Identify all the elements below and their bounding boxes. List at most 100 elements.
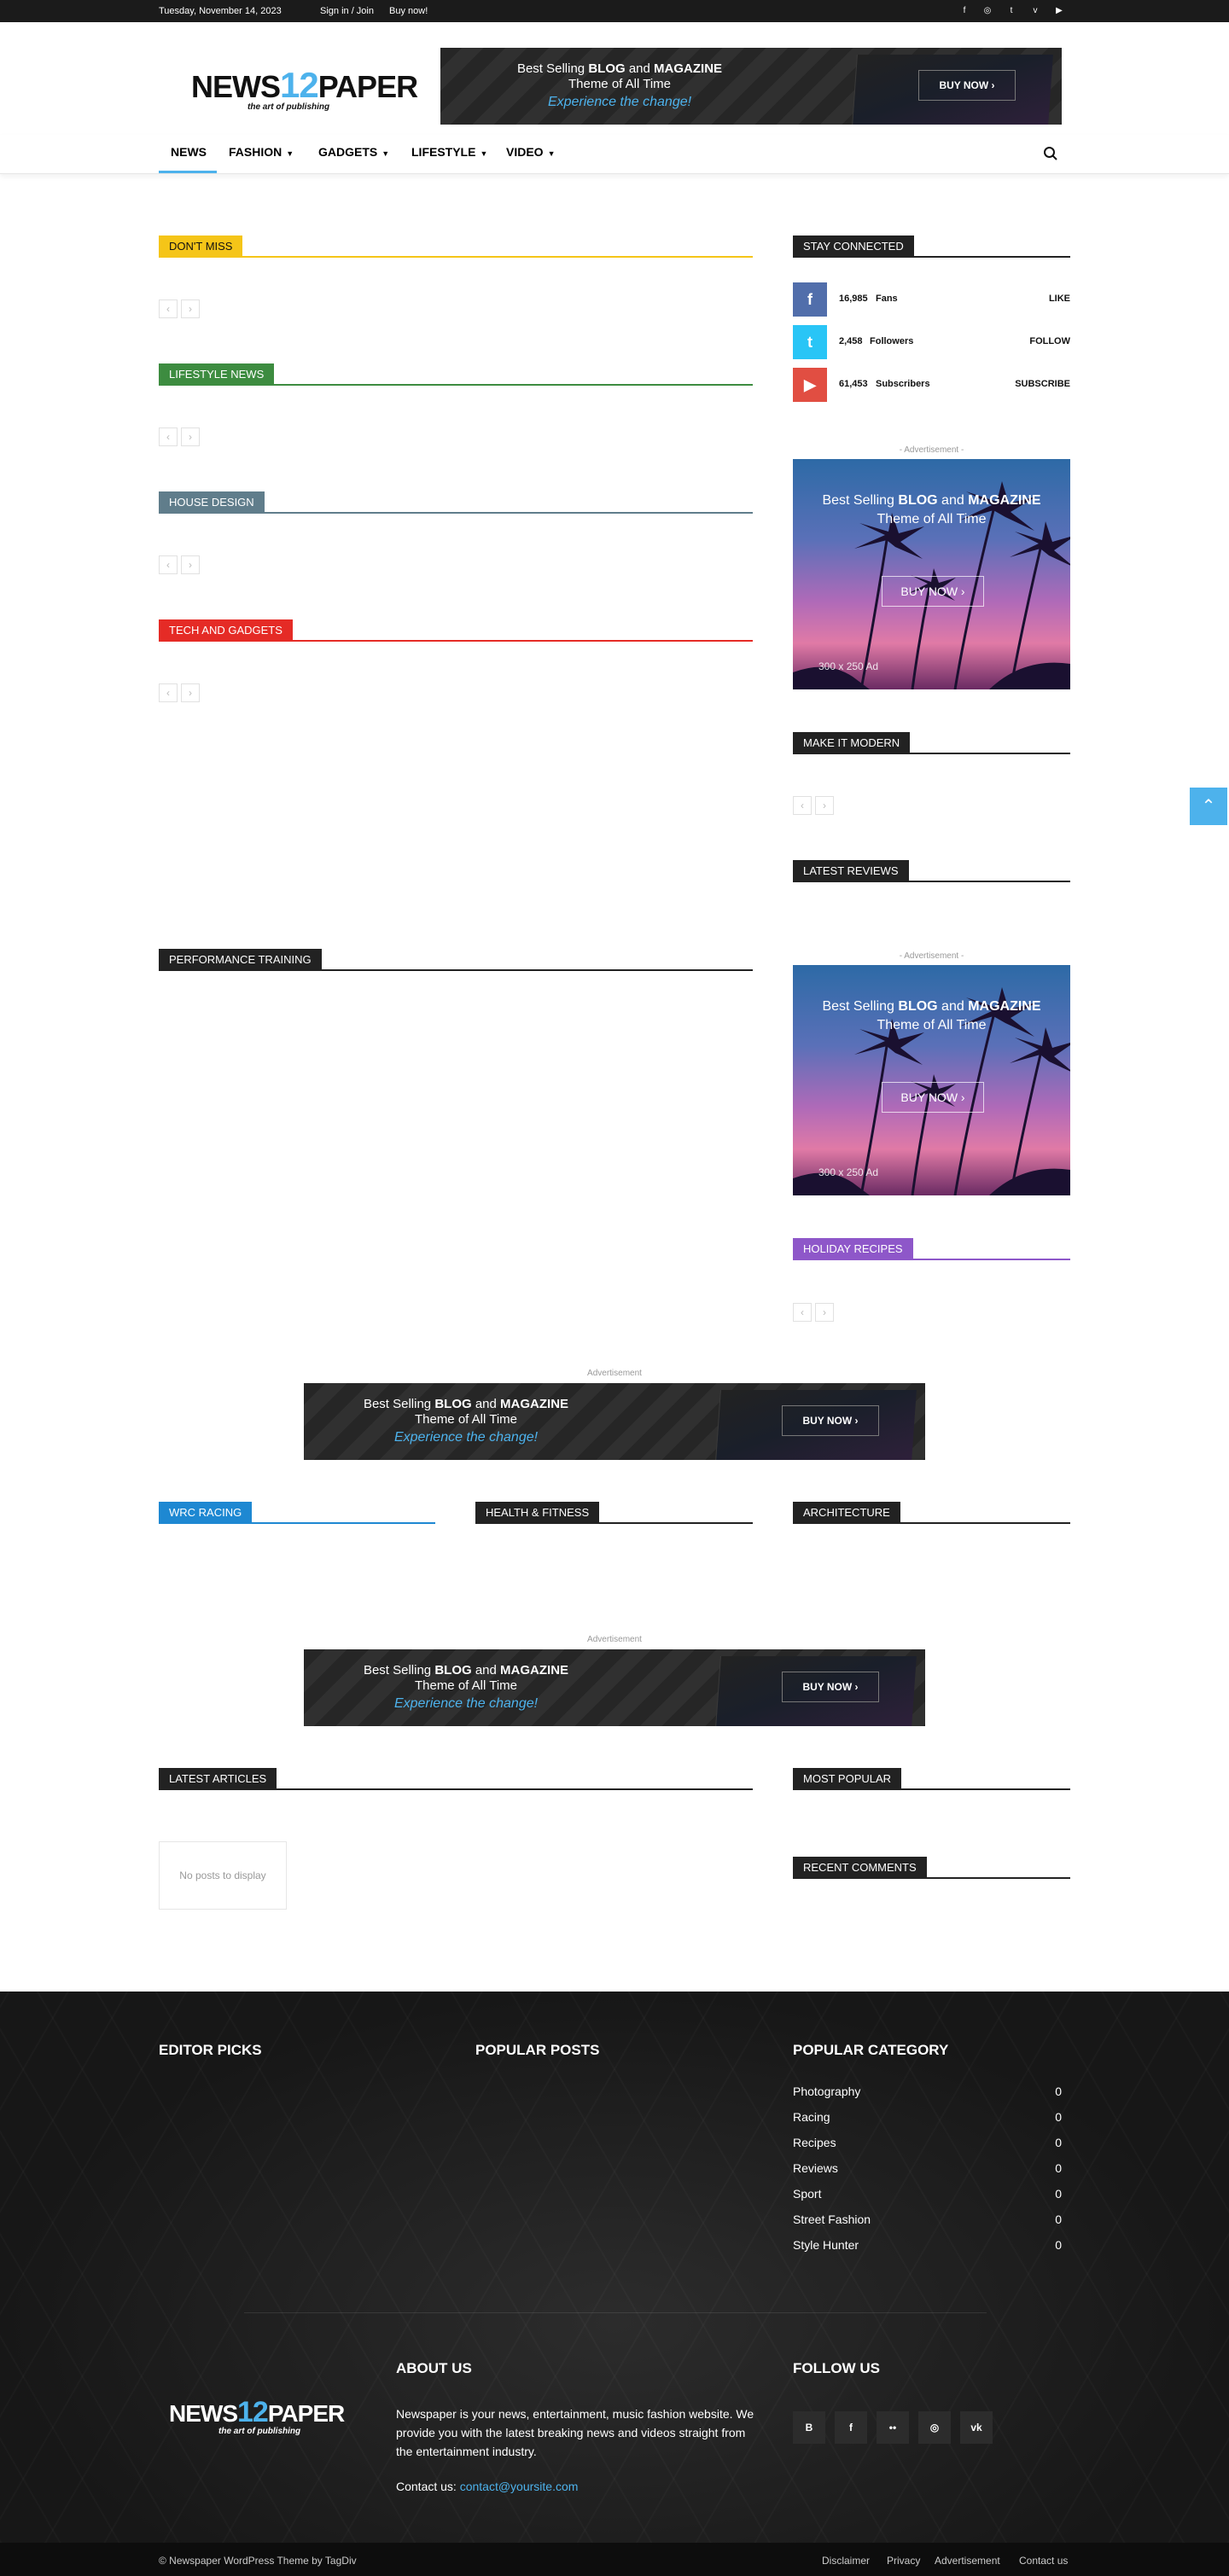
block-wrc-racing: WRC RACING [159,1502,435,1524]
subscribe-button[interactable]: SUBSCRIBE [1015,379,1070,389]
banner-buy-button[interactable]: BUY NOW › [782,1405,879,1436]
prev-page-button[interactable]: ‹ [793,1303,812,1322]
pager: ‹ › [159,299,203,318]
block-title: MAKE IT MODERN [793,732,911,754]
prev-page-button[interactable]: ‹ [159,427,178,446]
block-make-it-modern: MAKE IT MODERN [793,732,1070,754]
block-title: LATEST REVIEWS [793,860,909,882]
block-architecture: ARCHITECTURE [793,1502,1070,1524]
logo-news: NEWS [169,2400,238,2427]
block-title: PERFORMANCE TRAINING [159,949,322,971]
chevron-down-icon: ▼ [547,149,556,158]
block-title: LIFESTYLE NEWS [159,363,275,386]
category-item[interactable]: Street Fashion 0 [793,2213,1062,2231]
content-ad-banner[interactable]: Best Selling BLOG and MAGAZINE Theme of … [304,1649,925,1726]
twitter-counter[interactable]: t 2,458 Followers FOLLOW [793,325,1070,359]
prev-page-button[interactable]: ‹ [159,683,178,702]
footer-about-text: Newspaper is your news, entertainment, m… [396,2407,754,2458]
counter-value: 16,985 [839,294,868,304]
instagram-icon[interactable]: ◎ [981,5,993,17]
square-ad-buy-button[interactable]: BUY NOW › [882,1082,984,1113]
block-title: HOUSE DESIGN [159,491,265,514]
header-ad-banner[interactable]: Best Selling BLOG and MAGAZINE Theme of … [440,48,1062,125]
youtube-icon[interactable]: ▶ [1053,5,1065,17]
footer-popular-posts-title: POPULAR POSTS [475,2042,600,2058]
category-item[interactable]: Style Hunter 0 [793,2238,1062,2257]
next-page-button[interactable]: › [181,299,200,318]
footer-link-disclaimer[interactable]: Disclaimer [822,2555,870,2567]
logo-tagline: the art of publishing [248,102,330,112]
block-title: RECENT COMMENTS [793,1857,927,1879]
next-page-button[interactable]: › [181,555,200,574]
logo-paper: PAPER [267,2400,345,2427]
facebook-counter[interactable]: f 16,985 Fans LIKE [793,282,1070,317]
instagram-icon[interactable]: ◎ [918,2411,951,2444]
blogger-icon[interactable]: B [793,2411,825,2444]
nav-gadgets[interactable]: GADGETS ▼ [318,145,389,159]
prev-page-button[interactable]: ‹ [793,796,812,815]
logo-paper: PAPER [317,69,418,104]
next-page-button[interactable]: › [815,1303,834,1322]
footer-logo[interactable]: NEWS12PAPER the art of publishing [169,2396,345,2436]
chevron-down-icon: ▼ [382,149,390,158]
like-button[interactable]: LIKE [1049,294,1070,304]
square-ad[interactable]: Best Selling BLOG and MAGAZINE Theme of … [793,965,1070,1195]
nav-news[interactable]: NEWS [171,145,207,159]
contact-email-link[interactable]: contact@yoursite.com [460,2480,579,2493]
pager: ‹ › [793,796,837,815]
nav-video[interactable]: VIDEO ▼ [506,145,556,159]
vimeo-icon[interactable]: v [1029,5,1041,17]
facebook-icon[interactable]: f [958,5,970,17]
search-icon[interactable] [1043,146,1058,161]
footer-about-title: ABOUT US [396,2360,472,2376]
block-lifestyle-news: LIFESTYLE NEWS [159,363,753,386]
category-item[interactable]: Recipes 0 [793,2136,1062,2154]
chevron-down-icon: ▼ [480,149,488,158]
buy-now-link[interactable]: Buy now! [389,6,428,16]
scroll-to-top-button[interactable]: ⌃ [1190,788,1227,825]
footer-link-privacy[interactable]: Privacy [887,2555,920,2567]
facebook-icon: f [793,282,827,317]
vk-icon[interactable]: vk [960,2411,993,2444]
pager: ‹ › [159,683,203,702]
footer-popular-category-title: POPULAR CATEGORY [793,2042,949,2058]
next-page-button[interactable]: › [815,796,834,815]
site-logo[interactable]: NEWS12PAPER the art of publishing [191,65,418,112]
next-page-button[interactable]: › [181,427,200,446]
twitter-icon[interactable]: t [1005,5,1017,17]
footer-divider [244,2312,987,2313]
prev-page-button[interactable]: ‹ [159,555,178,574]
nav-lifestyle[interactable]: LIFESTYLE ▼ [411,145,487,159]
category-item[interactable]: Sport 0 [793,2187,1062,2206]
facebook-icon[interactable]: f [835,2411,867,2444]
footer-link-advertisement[interactable]: Advertisement [935,2555,1000,2567]
square-ad-subline: Theme of All Time [877,1018,987,1032]
youtube-counter[interactable]: ▶ 61,453 Subscribers SUBSCRIBE [793,368,1070,402]
prev-page-button[interactable]: ‹ [159,299,178,318]
banner-buy-button[interactable]: BUY NOW › [782,1672,879,1702]
chevron-down-icon: ▼ [286,149,294,158]
footer-link-contact[interactable]: Contact us [1019,2555,1068,2567]
block-most-popular: MOST POPULAR [793,1768,1070,1790]
banner-tagline: Experience the change! [547,95,692,109]
block-title: WRC RACING [159,1502,253,1524]
ad-label: - Advertisement - [899,445,964,455]
category-item[interactable]: Racing 0 [793,2110,1062,2129]
banner-buy-button[interactable]: BUY NOW › [918,70,1016,101]
square-ad[interactable]: Best Selling BLOG and MAGAZINE Theme of … [793,459,1070,689]
block-title: TECH AND GADGETS [159,619,293,642]
ad-label: Advertisement [587,1635,642,1644]
flickr-icon[interactable]: •• [877,2411,909,2444]
follow-button[interactable]: FOLLOW [1029,336,1070,346]
category-item[interactable]: Reviews 0 [793,2161,1062,2180]
next-page-button[interactable]: › [181,683,200,702]
counter-value: 61,453 [839,379,868,389]
signin-link[interactable]: Sign in / Join [320,6,374,16]
content-ad-banner[interactable]: Best Selling BLOG and MAGAZINE Theme of … [304,1383,925,1460]
banner-subline: Theme of All Time [568,77,672,91]
top-bar: Tuesday, November 14, 2023 Sign in / Joi… [0,0,1229,22]
block-dont-miss: DON'T MISS [159,236,753,258]
nav-fashion[interactable]: FASHION ▼ [229,145,294,159]
square-ad-buy-button[interactable]: BUY NOW › [882,576,984,607]
category-item[interactable]: Photography 0 [793,2085,1062,2103]
